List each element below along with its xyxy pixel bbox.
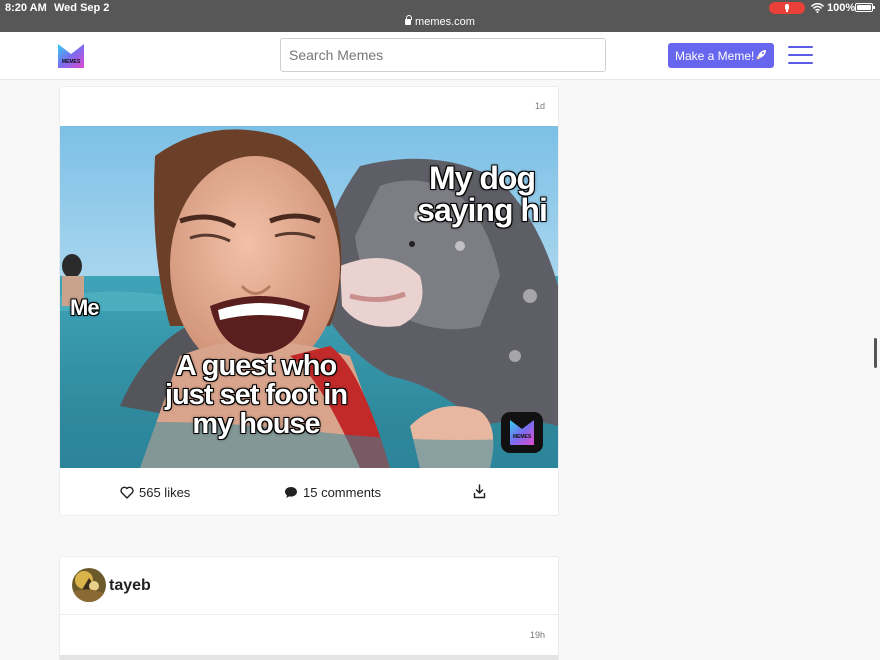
- download-button[interactable]: [473, 484, 491, 499]
- meme-post-card: tayeb 19h: [59, 556, 559, 660]
- url-bar[interactable]: memes.com: [0, 15, 880, 28]
- svg-text:MEMES: MEMES: [513, 434, 532, 440]
- post-header: tayeb: [60, 557, 558, 615]
- post-username[interactable]: tayeb: [109, 577, 151, 595]
- likes-count: 565 likes: [139, 485, 191, 500]
- battery-percent: 100%: [827, 2, 856, 14]
- meme-caption-dog: My dog saying hi: [416, 160, 548, 228]
- make-a-meme-button[interactable]: Make a Meme!: [668, 43, 774, 68]
- top-navbar: MEMES Make a Meme!: [0, 32, 880, 80]
- heart-icon: [120, 486, 134, 499]
- scroll-indicator[interactable]: [874, 338, 877, 368]
- status-date: Wed Sep 2: [54, 2, 110, 14]
- url-text: memes.com: [415, 16, 475, 28]
- avatar[interactable]: [72, 568, 106, 602]
- status-time: 8:20 AM: [5, 2, 47, 14]
- comments-count: 15 comments: [303, 485, 382, 500]
- rocket-icon: [756, 50, 766, 60]
- battery-icon: [855, 3, 875, 12]
- svg-text:MEMES: MEMES: [62, 59, 81, 65]
- download-icon: [473, 484, 486, 499]
- make-a-meme-label: Make a Meme!: [675, 48, 755, 63]
- comments-button[interactable]: 15 comments: [284, 485, 381, 500]
- ios-status-bar: 8:20 AM Wed Sep 2 memes.com 100%: [0, 0, 880, 32]
- post-actions-bar: 565 likes 15 comments: [60, 469, 558, 515]
- memes-watermark-icon: MEMES: [501, 412, 543, 453]
- meme-caption-guest: A guest who just set foot in my house: [164, 350, 349, 440]
- meme-image[interactable]: [60, 655, 558, 660]
- microphone-icon: [769, 2, 805, 14]
- post-timestamp: 19h: [529, 630, 545, 640]
- memes-logo-icon[interactable]: MEMES: [58, 44, 84, 68]
- post-timestamp: 1d: [534, 101, 545, 111]
- meme-caption-me: Me: [69, 295, 100, 320]
- comment-icon: [285, 487, 297, 498]
- hamburger-menu-icon[interactable]: [788, 46, 813, 64]
- search-input[interactable]: [280, 38, 606, 72]
- lock-icon: [405, 15, 413, 25]
- wifi-icon: [811, 3, 824, 13]
- like-button[interactable]: 565 likes: [120, 485, 190, 500]
